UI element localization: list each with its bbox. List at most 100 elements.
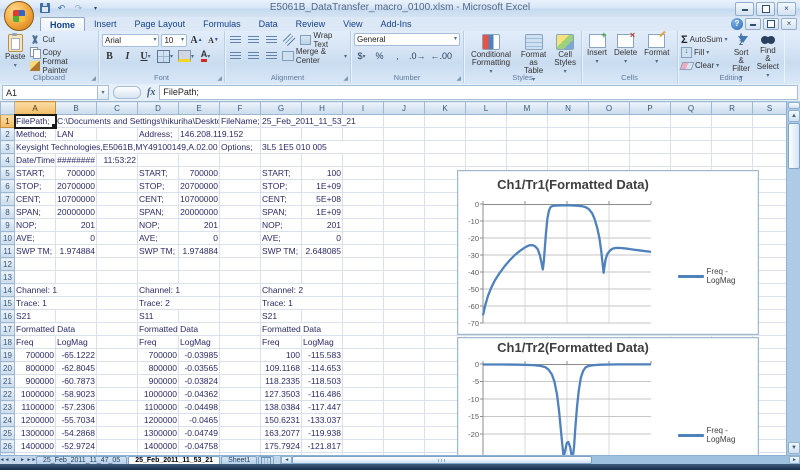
cell-J17[interactable] [383,322,425,336]
grow-font-button[interactable]: A ▲ [189,33,204,47]
cell-F10[interactable] [219,231,261,245]
format-painter-button[interactable]: Format Painter [30,57,95,75]
cell-J26[interactable] [383,439,425,453]
cell-B26[interactable]: -52.9724 [55,439,97,453]
cell-B9[interactable]: 201 [55,218,97,232]
cell-P2[interactable] [629,127,671,141]
cell-I10[interactable] [342,231,384,245]
cell-I16[interactable] [342,309,384,323]
cell-K1[interactable] [424,114,466,128]
cell-S1[interactable] [752,114,786,128]
cell-A1[interactable]: FilePath; [13,113,57,129]
cell-C13[interactable] [96,270,138,284]
align-right-button[interactable] [264,49,279,63]
cell-R1[interactable] [711,114,753,128]
cell-L4[interactable] [465,153,507,167]
insert-worksheet-tab[interactable] [258,456,275,465]
cell-S2[interactable] [752,127,786,141]
cell-J21[interactable] [383,374,425,388]
increase-decimal-button[interactable]: .0→ [408,49,427,63]
cell-A12[interactable] [14,257,56,271]
insert-cells-button[interactable]: Insert▾ [585,31,609,67]
cell-H25[interactable]: -119.938 [301,426,343,440]
cell-H16[interactable] [301,309,343,323]
cell-J3[interactable] [383,140,425,154]
cell-G16[interactable]: S21 [260,309,302,323]
cell-D25[interactable]: 1300000 [137,426,179,440]
cell-M4[interactable] [506,153,548,167]
scroll-down-icon[interactable]: ▼ [788,442,800,454]
cell-C4[interactable]: 11:53:22 [96,153,138,167]
cell-B22[interactable]: -58.9023 [55,387,97,401]
clipboard-dialog-launcher[interactable]: ◢ [91,75,96,82]
cell-B4[interactable]: ######## [55,153,97,167]
cell-C5[interactable] [96,166,138,180]
cell-O3[interactable] [588,140,630,154]
cell-J24[interactable] [383,413,425,427]
cell-I12[interactable] [342,257,384,271]
sheet-tab-25_feb_2011_11_47_05[interactable]: 25_Feb_2011_11_47_05 [36,456,128,464]
cell-F15[interactable] [219,296,261,310]
column-header-P[interactable]: P [629,101,671,115]
horizontal-scroll-thumb[interactable] [292,456,593,464]
cell-J13[interactable] [383,270,425,284]
cell-F7[interactable] [219,192,261,206]
cell-P3[interactable] [629,140,671,154]
cell-G9[interactable]: NOP; [260,218,302,232]
cell-A3[interactable]: Keysight Technologies,E5061B,MY49100149,… [14,140,220,154]
cell-F11[interactable] [219,244,261,258]
cell-J6[interactable] [383,179,425,193]
cell-F16[interactable] [219,309,261,323]
cell-P4[interactable] [629,153,671,167]
cell-D4[interactable] [137,153,179,167]
cell-I23[interactable] [342,400,384,414]
cut-button[interactable]: Cut [30,33,95,46]
accounting-format-button[interactable]: $ ▾ [354,49,369,63]
cell-G21[interactable]: 118.2335 [260,374,302,388]
align-left-button[interactable] [228,49,243,63]
cell-A11[interactable]: SWP TM; [14,244,56,258]
cell-E9[interactable]: 201 [178,218,220,232]
row-header-18[interactable]: 18 [0,335,15,349]
cell-I24[interactable] [342,413,384,427]
merge-center-button[interactable]: Merge & Center ▾ [282,47,347,65]
delete-cells-button[interactable]: Delete▾ [612,31,639,67]
cell-F8[interactable] [219,205,261,219]
number-dialog-launcher[interactable]: ◢ [456,75,461,82]
cell-H12[interactable] [301,257,343,271]
column-header-C[interactable]: C [96,101,138,115]
chart-2[interactable]: Ch1/Tr2(Formatted Data) 0 -5 -10 -15 -20 Freq … [457,337,759,455]
workbook-minimize-button[interactable] [745,18,761,30]
cell-A24[interactable]: 1200000 [14,413,56,427]
row-header-5[interactable]: 5 [0,166,15,180]
office-button[interactable] [4,1,34,31]
fill-button[interactable]: ↓ Fill ▾ [681,46,728,59]
cell-J2[interactable] [383,127,425,141]
cell-I11[interactable] [342,244,384,258]
cell-I21[interactable] [342,374,384,388]
cell-D14[interactable]: Channel: 1 [137,283,220,297]
cell-I14[interactable] [342,283,384,297]
number-format-combo[interactable]: General ▾ [354,33,460,46]
row-header-1[interactable]: 1 [0,114,15,128]
cell-I20[interactable] [342,361,384,375]
cell-B24[interactable]: -55.7034 [55,413,97,427]
formula-input[interactable]: FilePath; [159,85,798,100]
cell-F21[interactable] [219,374,261,388]
cell-E16[interactable] [178,309,220,323]
cell-E6[interactable]: 20700000 [178,179,220,193]
cell-C10[interactable] [96,231,138,245]
cell-M2[interactable] [506,127,548,141]
cell-N2[interactable] [547,127,589,141]
cell-Q4[interactable] [670,153,712,167]
cell-B12[interactable] [55,257,97,271]
cell-D8[interactable]: SPAN; [137,205,179,219]
cell-L3[interactable] [465,140,507,154]
vertical-scrollbar[interactable]: ▲ ▼ [786,101,800,455]
alignment-dialog-launcher[interactable]: ◢ [343,75,348,82]
cell-N4[interactable] [547,153,589,167]
cell-A4[interactable]: Date/Time; [14,153,56,167]
vertical-scroll-thumb[interactable] [788,123,800,169]
cell-F22[interactable] [219,387,261,401]
cell-L2[interactable] [465,127,507,141]
